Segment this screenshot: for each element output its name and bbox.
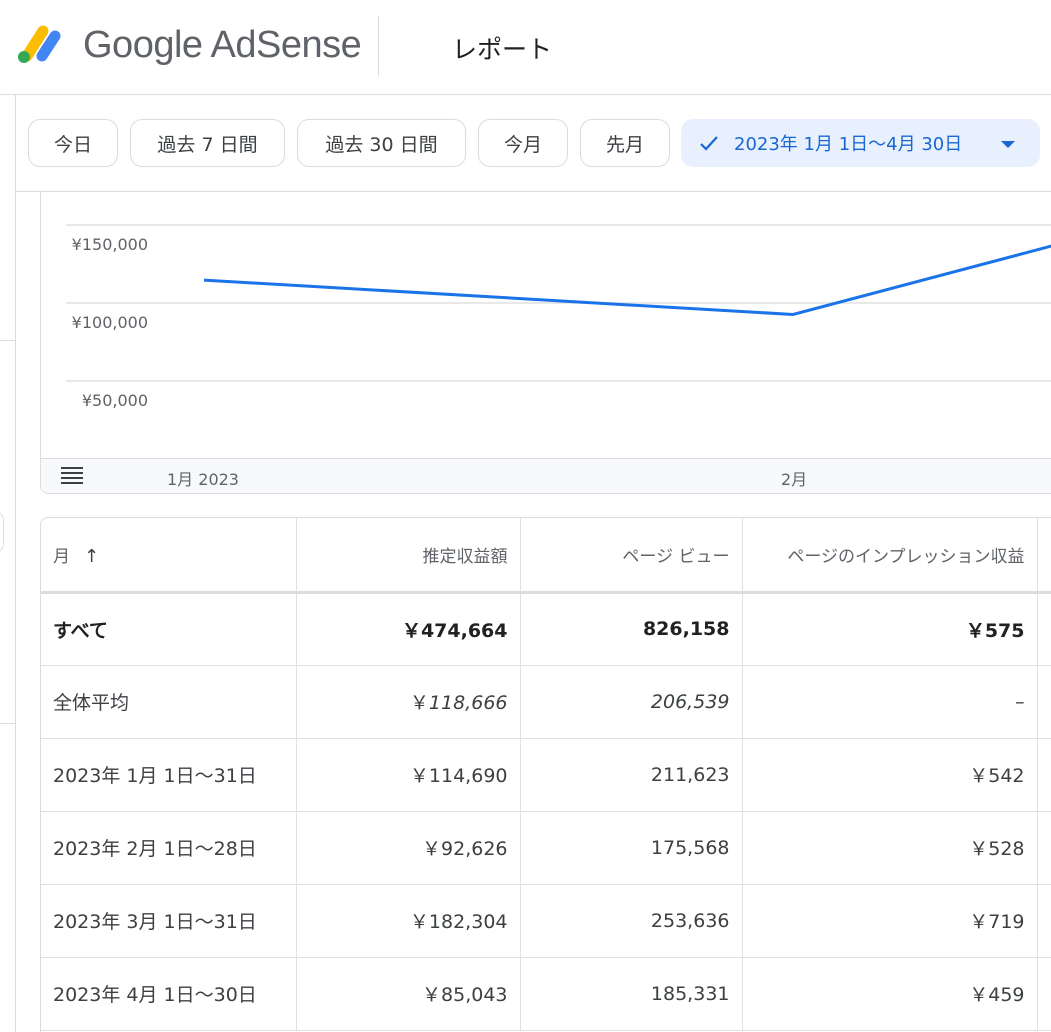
table-row-total: すべて ￥474,664 826,158 ￥575 [41, 592, 1051, 666]
table-row: 2023年 1月 1日～31日 ￥114,690 211,623 ￥542 [41, 738, 1051, 812]
custom-range-label: 2023年 1月 1日～4月 30日 [734, 134, 963, 155]
cell-rpm: ￥542 [742, 738, 1038, 812]
y-tick-label: ¥150,000 [72, 235, 148, 254]
y-tick-label: ¥100,000 [72, 313, 148, 332]
check-icon [700, 136, 718, 151]
cell-rpm: ￥575 [742, 592, 1038, 666]
line-chart: ¥150,000 ¥100,000 ¥50,000 [66, 192, 1051, 410]
app-header: Google AdSense レポート [0, 0, 1051, 95]
cell-overflow [1037, 592, 1051, 666]
table-row-average: 全体平均 ￥118,666 206,539 – [41, 665, 1051, 739]
cell-label: 2023年 1月 1日～31日 [41, 738, 297, 812]
date-filter-bar: 今日 過去 7 日間 過去 30 日間 今月 先月 2023年 1月 1日～4月… [16, 95, 1051, 192]
table-row: 2023年 2月 1日～28日 ￥92,626 175,568 ￥528 [41, 811, 1051, 885]
table-row: 2023年 3月 1日～31日 ￥182,304 253,636 ￥719 [41, 884, 1051, 958]
cell-overflow [1037, 665, 1051, 739]
cell-rpm: ￥459 [742, 957, 1038, 1031]
cell-overflow [1037, 738, 1051, 812]
header-divider [378, 16, 379, 76]
column-header-label: 月 [53, 546, 70, 567]
cell-value: 118,666 [428, 692, 508, 714]
cell-overflow [1037, 811, 1051, 885]
cell-label: 2023年 2月 1日～28日 [41, 811, 297, 885]
cell-rpm: ￥528 [742, 811, 1038, 885]
currency-symbol: ￥ [409, 692, 429, 714]
cell-pageviews: 206,539 [520, 665, 743, 739]
cell-rpm: – [742, 665, 1038, 739]
cell-overflow [1037, 957, 1051, 1031]
chip-last-30-days[interactable]: 過去 30 日間 [297, 119, 466, 167]
cell-label: 2023年 3月 1日～31日 [41, 884, 297, 958]
column-header-rpm[interactable]: ページのインプレッション収益 [742, 518, 1038, 594]
page-title: レポート [452, 35, 553, 64]
chip-this-month[interactable]: 今月 [478, 119, 568, 167]
cell-revenue: ￥182,304 [296, 884, 521, 958]
cell-label: 2023年 4月 1日～30日 [41, 957, 297, 1031]
rail-divider [0, 340, 15, 341]
rail-expand-handle[interactable] [0, 510, 4, 554]
x-tick-label: 2月 [781, 470, 808, 489]
sort-ascending-icon[interactable]: ↑ [84, 546, 99, 567]
cell-revenue: ￥118,666 [296, 665, 521, 739]
cell-label: すべて [41, 592, 297, 666]
cell-pageviews: 185,331 [520, 957, 743, 1031]
cell-pageviews: 175,568 [520, 811, 743, 885]
y-tick-label: ¥50,000 [82, 391, 148, 410]
column-header-revenue[interactable]: 推定収益額 [296, 518, 521, 594]
rail-divider [0, 723, 15, 724]
cell-revenue: ￥114,690 [296, 738, 521, 812]
chip-custom-range[interactable]: 2023年 1月 1日～4月 30日 [681, 119, 1040, 167]
dropdown-arrow-icon [1001, 141, 1015, 148]
chip-last-month[interactable]: 先月 [580, 119, 670, 167]
x-tick-label: 1月 2023 [167, 470, 239, 489]
cell-rpm: ￥719 [742, 884, 1038, 958]
cell-pageviews: 253,636 [520, 884, 743, 958]
table-row: 2023年 4月 1日～30日 ￥85,043 185,331 ￥459 [41, 957, 1051, 1031]
report-table: 月 ↑ 推定収益額 ページ ビュー ページのインプレッション収益 すべて ￥474… [40, 517, 1051, 1032]
chip-last-7-days[interactable]: 過去 7 日間 [130, 119, 285, 167]
cell-revenue: ￥474,664 [296, 592, 521, 666]
chip-today[interactable]: 今日 [28, 119, 118, 167]
adsense-logo-icon[interactable] [16, 22, 66, 66]
cell-label: 全体平均 [41, 665, 297, 739]
legend-toggle-icon[interactable] [61, 467, 83, 485]
series-line[interactable] [203, 192, 1051, 317]
cell-pageviews: 211,623 [520, 738, 743, 812]
column-header-pageviews[interactable]: ページ ビュー [520, 518, 743, 594]
side-rail [0, 95, 16, 1032]
chart-footer: 1月 2023 2月 [41, 458, 1051, 493]
cell-revenue: ￥85,043 [296, 957, 521, 1031]
brand-name: Google AdSense [83, 24, 362, 66]
cell-overflow [1037, 884, 1051, 958]
cell-revenue: ￥92,626 [296, 811, 521, 885]
column-header-overflow [1037, 518, 1051, 594]
column-header-month[interactable]: 月 ↑ [41, 518, 297, 594]
cell-pageviews: 826,158 [520, 592, 743, 666]
revenue-chart: ¥150,000 ¥100,000 ¥50,000 1月 2023 2月 [40, 192, 1051, 494]
